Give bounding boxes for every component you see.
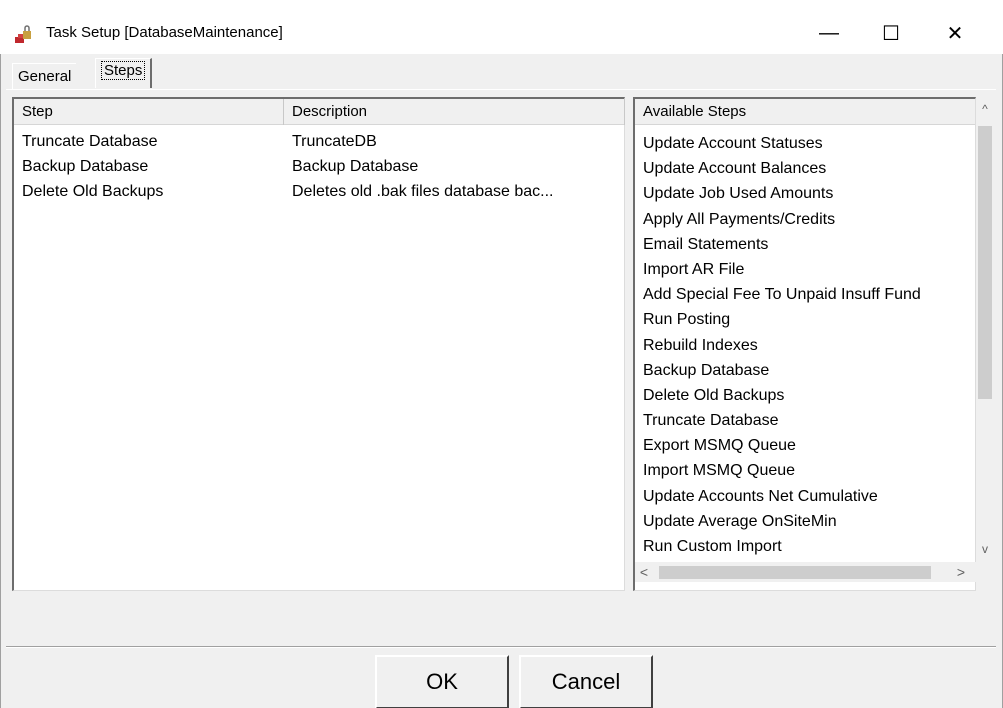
- list-item[interactable]: Update Account Statuses: [635, 135, 971, 160]
- steps-list[interactable]: Step Description Truncate Database Trunc…: [12, 97, 625, 591]
- description-cell: Deletes old .bak files database bac...: [292, 183, 554, 200]
- list-item[interactable]: Apply All Payments/Credits: [635, 211, 971, 236]
- task-lock-icon: [14, 25, 36, 45]
- list-item[interactable]: Rebuild Indexes: [635, 337, 971, 362]
- window-title: Task Setup [DatabaseMaintenance]: [46, 24, 283, 41]
- list-item[interactable]: Import MSMQ Queue: [635, 462, 971, 487]
- list-item[interactable]: Export MSMQ Queue: [635, 437, 971, 462]
- table-row[interactable]: Delete Old Backups Deletes old .bak file…: [14, 183, 624, 208]
- vertical-scroll-thumb[interactable]: [978, 126, 992, 399]
- available-steps-list[interactable]: Available Steps Update Account Statuses …: [633, 97, 976, 591]
- tab-steps-label: Steps: [101, 61, 146, 80]
- title-bar[interactable]: Task Setup [DatabaseMaintenance] — ☐ ✕: [0, 0, 1003, 54]
- tab-steps[interactable]: Steps: [95, 58, 153, 88]
- list-item[interactable]: Update Account Balances: [635, 160, 971, 185]
- steps-rows: Truncate Database TruncateDB Backup Data…: [14, 133, 624, 208]
- scrollbar-corner: [976, 562, 994, 582]
- scroll-right-icon[interactable]: >: [951, 562, 971, 582]
- list-item[interactable]: Add Special Fee To Unpaid Insuff Fund: [635, 286, 971, 311]
- step-cell: Truncate Database: [22, 133, 158, 150]
- table-row[interactable]: Truncate Database TruncateDB: [14, 133, 624, 158]
- list-item[interactable]: Run Custom Import: [635, 538, 971, 563]
- list-item[interactable]: Import AR File: [635, 261, 971, 286]
- steps-header-row: Step Description: [14, 99, 625, 125]
- maximize-button[interactable]: ☐: [868, 18, 914, 48]
- button-bar-divider: [6, 646, 996, 648]
- table-row[interactable]: Backup Database Backup Database: [14, 158, 624, 183]
- scroll-up-icon[interactable]: ^: [976, 99, 994, 119]
- step-cell: Backup Database: [22, 158, 149, 175]
- available-steps-vertical-scrollbar[interactable]: ^ v: [976, 99, 994, 562]
- column-header-step[interactable]: Step: [14, 99, 284, 125]
- column-header-description[interactable]: Description: [284, 99, 625, 125]
- list-item[interactable]: Update Average OnSiteMin: [635, 513, 971, 538]
- list-item[interactable]: Backup Database: [635, 362, 971, 387]
- list-item[interactable]: Update Job Used Amounts: [635, 185, 971, 210]
- tab-divider: [6, 89, 996, 90]
- horizontal-scroll-thumb[interactable]: [659, 566, 931, 579]
- step-cell: Delete Old Backups: [22, 183, 164, 200]
- list-item[interactable]: Delete Old Backups: [635, 387, 971, 412]
- available-steps-items: Update Account Statuses Update Account B…: [635, 135, 971, 563]
- list-item[interactable]: Truncate Database: [635, 412, 971, 437]
- column-header-available-steps[interactable]: Available Steps: [635, 99, 975, 125]
- minimize-button[interactable]: —: [806, 18, 852, 48]
- tab-general[interactable]: General: [12, 63, 77, 89]
- list-item[interactable]: Run Posting: [635, 311, 971, 336]
- list-item[interactable]: Update Accounts Net Cumulative: [635, 488, 971, 513]
- available-steps-horizontal-scrollbar[interactable]: < >: [635, 562, 976, 582]
- cancel-button[interactable]: Cancel: [519, 655, 653, 708]
- scroll-left-icon[interactable]: <: [635, 562, 653, 582]
- window-left-border: [0, 54, 1, 708]
- scroll-down-icon[interactable]: v: [976, 539, 994, 559]
- description-cell: Backup Database: [292, 158, 419, 175]
- ok-button[interactable]: OK: [375, 655, 509, 708]
- description-cell: TruncateDB: [292, 133, 377, 150]
- close-button[interactable]: ✕: [932, 18, 978, 48]
- list-item[interactable]: Email Statements: [635, 236, 971, 261]
